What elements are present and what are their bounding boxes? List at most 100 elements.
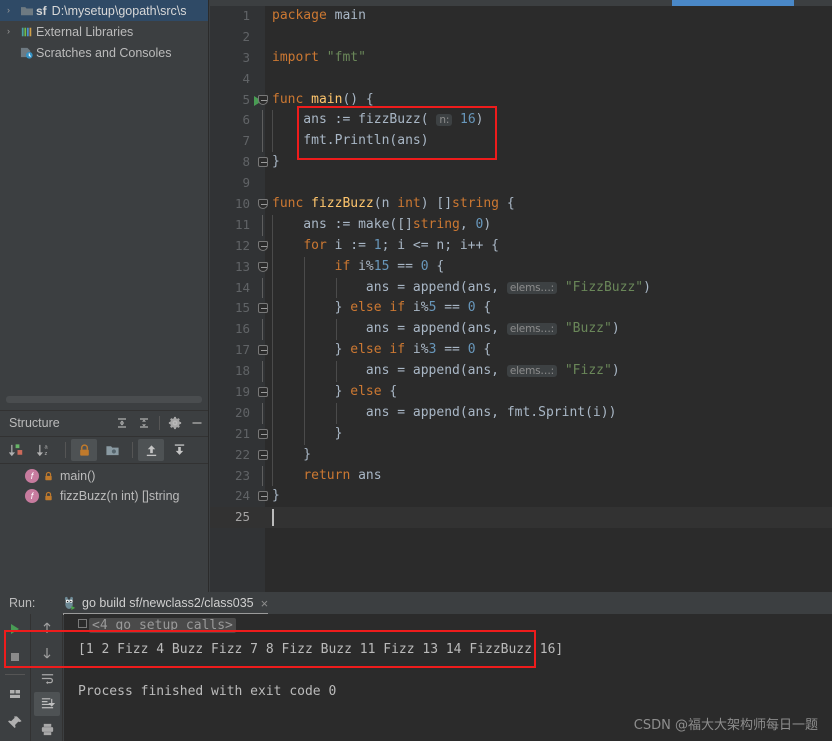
code-line[interactable]: 13 if i%15 == 0 { [210, 256, 832, 278]
show-fields-icon[interactable] [99, 439, 125, 461]
fold-placeholder[interactable]: <4 go setup calls> [89, 618, 236, 633]
code-line[interactable]: 10 func fizzBuzz(n int) []string { [210, 194, 832, 215]
fold-region-line [262, 319, 263, 341]
tree-item-2[interactable]: Scratches and Consoles [0, 42, 208, 63]
code-lines[interactable]: 1 package main 2 3 import "fmt" 4 5 func main()… [210, 6, 832, 592]
sort-alphabetically-icon[interactable]: az [32, 439, 58, 461]
console-fold-line[interactable]: <4 go setup calls> [64, 616, 832, 636]
code-line[interactable]: 7 fmt.Println(ans) [210, 131, 832, 153]
code-line[interactable]: 17 } else if i%3 == 0 { [210, 340, 832, 362]
code-line[interactable]: 6 ans := fizzBuzz( n: 16) [210, 110, 832, 132]
rerun-button[interactable] [2, 616, 28, 642]
line-number: 24 [234, 488, 250, 504]
fold-toggle-icon[interactable] [258, 491, 268, 502]
code-line[interactable]: 4 [210, 69, 832, 90]
code-line[interactable]: 15 } else if i%5 == 0 { [210, 298, 832, 320]
restore-layout-button[interactable] [2, 681, 28, 707]
line-number: 5 [242, 91, 250, 107]
minimize-icon[interactable] [186, 412, 208, 434]
pin-tab-button[interactable] [2, 709, 28, 735]
fold-toggle-icon[interactable] [258, 449, 268, 460]
scroll-down-button[interactable] [34, 641, 60, 664]
parameter-hint: elems…: [506, 365, 558, 378]
parameter-hint: elems…: [506, 323, 558, 336]
code-line[interactable]: 19 } else { [210, 382, 832, 403]
fold-toggle-icon[interactable] [258, 240, 268, 251]
toolbar-divider [5, 674, 25, 675]
line-number: 2 [242, 28, 250, 44]
code-line[interactable]: 12 for i := 1; i <= n; i++ { [210, 235, 832, 257]
stop-button[interactable] [2, 644, 28, 670]
close-icon[interactable]: × [261, 596, 269, 611]
project-tree-scrollbar[interactable] [6, 396, 202, 403]
fold-toggle-icon[interactable] [258, 303, 268, 314]
code-text: import "fmt" [272, 48, 366, 69]
show-imported-icon[interactable] [166, 439, 192, 461]
scroll-to-end-button[interactable] [34, 692, 60, 716]
structure-item-0[interactable]: f main() [0, 466, 208, 486]
show-inherited-icon[interactable] [138, 439, 164, 461]
gear-icon[interactable] [164, 412, 186, 434]
code-line[interactable]: 5 func main() { [210, 90, 832, 111]
code-editor[interactable]: 1 package main 2 3 import "fmt" 4 5 func main()… [210, 6, 832, 592]
code-line[interactable]: 2 [210, 27, 832, 48]
tree-item-0[interactable]: › sf D:\mysetup\gopath\src\s [0, 0, 208, 21]
code-line[interactable]: 18 ans = append(ans, elems…: "Fizz") [210, 361, 832, 383]
chevron-right-icon[interactable]: › [0, 6, 17, 15]
tree-item-1[interactable]: › External Libraries [0, 21, 208, 42]
ide-window: › sf D:\mysetup\gopath\src\s › External Libr… [0, 0, 832, 741]
code-line[interactable]: 25 [210, 507, 832, 529]
collapse-all-icon[interactable] [133, 412, 155, 434]
fold-toggle-icon[interactable] [258, 199, 268, 210]
line-number: 11 [234, 216, 250, 232]
soft-wrap-button[interactable] [34, 667, 60, 690]
structure-item-1[interactable]: f fizzBuzz(n int) []string [0, 486, 208, 506]
code-token: (ans, [459, 321, 507, 337]
code-line[interactable]: 14 ans = append(ans, elems…: "FizzBuzz") [210, 277, 832, 299]
code-line[interactable]: 24} [210, 486, 832, 507]
run-tab[interactable]: go build sf/newclass2/class035 × [56, 592, 274, 614]
code-line[interactable]: 16 ans = append(ans, elems…: "Buzz") [210, 319, 832, 341]
structure-member-list[interactable]: f main() f fizzBuzz(n int) []string [0, 466, 208, 506]
code-token: } [272, 384, 351, 400]
structure-toolbar[interactable]: az [0, 436, 208, 464]
fold-toggle-icon[interactable] [258, 428, 268, 439]
fold-toggle-icon[interactable] [258, 94, 268, 105]
fold-toggle-icon[interactable] [258, 157, 268, 168]
fold-toggle-icon[interactable] [258, 345, 268, 356]
line-number: 15 [234, 300, 250, 316]
code-text: return ans [272, 466, 381, 487]
code-line[interactable]: 11 ans := make([]string, 0) [210, 214, 832, 236]
code-line[interactable]: 3 import "fmt" [210, 48, 832, 69]
chevron-right-icon[interactable]: › [0, 27, 17, 36]
code-line[interactable]: 23 return ans [210, 465, 832, 487]
code-line[interactable]: 21 } [210, 423, 832, 445]
code-token: "Buzz" [564, 321, 612, 337]
project-tree[interactable]: › sf D:\mysetup\gopath\src\s › External Libr… [0, 0, 208, 390]
expand-fold-icon[interactable] [78, 619, 87, 628]
code-line[interactable]: 8} [210, 152, 832, 173]
run-actions-toolbar[interactable] [0, 614, 31, 741]
print-button[interactable] [34, 718, 60, 741]
line-number: 1 [242, 8, 250, 23]
code-line[interactable]: 22 } [210, 444, 832, 466]
expand-all-icon[interactable] [111, 412, 133, 434]
fold-region-line [262, 465, 263, 487]
fold-region-line [262, 214, 263, 236]
fold-toggle-icon[interactable] [258, 387, 268, 398]
code-line[interactable]: 9 [210, 173, 832, 194]
code-line[interactable]: 1 package main [210, 6, 832, 27]
code-token: func [272, 196, 312, 212]
code-token: } [272, 446, 312, 462]
line-number: 25 [234, 509, 250, 525]
watermark: CSDN @福大大架构师每日一题 [633, 718, 818, 733]
code-text: ans := make([]string, 0) [272, 215, 491, 236]
show-non-public-icon[interactable] [71, 439, 97, 461]
scroll-up-button[interactable] [34, 616, 60, 639]
code-line[interactable]: 20 ans = append(ans, fmt.Sprint(i)) [210, 402, 832, 424]
sort-by-visibility-icon[interactable] [4, 439, 30, 461]
fold-region-line [262, 131, 263, 153]
fold-toggle-icon[interactable] [258, 261, 268, 272]
console-actions-toolbar[interactable] [32, 614, 63, 741]
